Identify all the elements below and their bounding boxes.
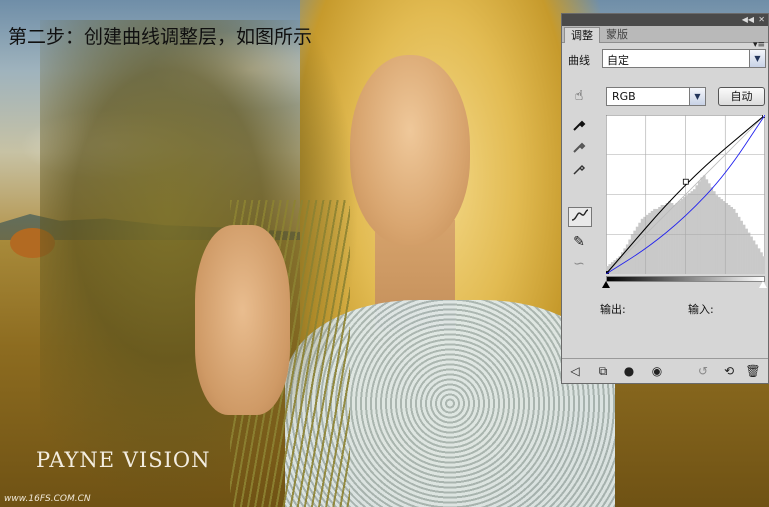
- histogram-bar: [675, 203, 679, 274]
- white-point-slider[interactable]: [759, 281, 767, 288]
- layer-mask-icon[interactable]: ●: [620, 363, 638, 379]
- hand: [195, 225, 290, 415]
- histogram-bar: [680, 199, 684, 274]
- histogram-bar: [740, 220, 743, 274]
- eye-icon[interactable]: ◉: [648, 363, 666, 379]
- histogram-bar: [725, 203, 729, 274]
- histogram-bar: [720, 199, 724, 274]
- adjustments-panel: ◀◀ ✕ 调整 蒙版 ▾≡ 曲线 自定 ▼ ☝ RGB ▼ 自动 ✎ ∽ 输出:…: [561, 13, 769, 384]
- curves-label: 曲线: [568, 54, 590, 67]
- black-point-slider[interactable]: [602, 281, 610, 288]
- black-point-eyedropper-icon[interactable]: [569, 118, 589, 138]
- histogram-bar: [730, 206, 733, 274]
- histogram-bar: [712, 191, 716, 274]
- white-point-eyedropper-icon[interactable]: [569, 162, 589, 182]
- histogram-bar: [670, 203, 674, 274]
- curve-control-point[interactable]: [682, 178, 689, 185]
- histogram-bar: [710, 187, 714, 274]
- histogram-bar: [755, 244, 758, 274]
- panel-titlebar[interactable]: ◀◀ ✕: [562, 14, 768, 26]
- chevron-down-icon[interactable]: ▼: [749, 50, 765, 67]
- histogram-bar: [757, 248, 761, 274]
- output-label: 输出:: [600, 303, 626, 316]
- histogram-bar: [707, 183, 711, 274]
- histogram-bar: [678, 201, 681, 274]
- histogram-bar: [735, 212, 738, 274]
- auto-button[interactable]: 自动: [718, 87, 765, 106]
- curves-graph[interactable]: [606, 115, 765, 274]
- histogram-bar: [715, 195, 719, 274]
- histogram-bar: [635, 226, 639, 274]
- histogram-bar: [630, 234, 634, 274]
- pencil-draw-icon[interactable]: ✎: [569, 232, 589, 252]
- histogram-bar: [745, 228, 748, 274]
- histogram-bar: [673, 204, 676, 274]
- on-image-adjust-icon[interactable]: ☝: [569, 86, 589, 106]
- site-watermark: www.16FS.COM.CN: [4, 494, 91, 504]
- chevron-down-icon[interactable]: ▼: [689, 88, 705, 105]
- curves-preset-row: 曲线 自定 ▼: [562, 46, 768, 70]
- preset-dropdown[interactable]: 自定 ▼: [602, 49, 766, 68]
- gray-point-eyedropper-icon[interactable]: [569, 140, 589, 160]
- histogram-bar: [645, 214, 649, 274]
- face: [350, 55, 470, 245]
- panel-footer: ◁ ⧉ ● ◉ ↺ ⟲ 🗑: [562, 358, 768, 383]
- brand-watermark: PAYNE VISION: [36, 448, 211, 472]
- histogram-bar: [702, 175, 706, 274]
- reset-icon[interactable]: ⟲: [720, 363, 738, 379]
- close-icon[interactable]: ✕: [758, 15, 765, 25]
- step-caption: 第二步：创建曲线调整层，如图所示: [8, 26, 313, 48]
- histogram-bar: [695, 185, 699, 274]
- tab-adjustments[interactable]: 调整: [564, 27, 600, 43]
- histogram-bar: [658, 206, 661, 274]
- back-arrow-icon[interactable]: ◁: [566, 363, 584, 379]
- histogram-bar: [760, 252, 763, 274]
- preset-value: 自定: [607, 54, 629, 67]
- histogram-bar: [633, 230, 637, 274]
- trash-icon[interactable]: 🗑: [744, 363, 762, 379]
- histogram-bar: [638, 222, 642, 274]
- tab-masks[interactable]: 蒙版: [600, 27, 634, 43]
- channel-dropdown[interactable]: RGB ▼: [606, 87, 706, 106]
- histogram-bar: [660, 204, 664, 274]
- clip-to-layer-icon[interactable]: ⧉: [594, 363, 612, 379]
- histogram-bar: [692, 189, 696, 274]
- histogram-bar: [685, 195, 689, 274]
- double-chevron-icon[interactable]: ◀◀: [742, 15, 754, 25]
- smooth-curve-icon[interactable]: ∽: [569, 254, 589, 274]
- histogram-bar: [747, 232, 751, 274]
- view-previous-icon[interactable]: ↺: [694, 363, 712, 379]
- histogram-bar: [655, 208, 659, 274]
- histogram-bar: [717, 197, 721, 274]
- histogram-bar: [700, 177, 704, 274]
- channel-value: RGB: [612, 90, 636, 103]
- input-gradient-bar: [606, 276, 765, 282]
- histogram-bar: [750, 236, 753, 274]
- histogram-bar: [737, 216, 741, 274]
- curve-points-icon[interactable]: [568, 207, 592, 227]
- panel-tabs: 调整 蒙版 ▾≡: [562, 26, 768, 50]
- histogram-bar: [690, 191, 694, 274]
- histogram-bar: [687, 193, 691, 274]
- histogram-bar: [732, 208, 736, 274]
- histogram-bar: [697, 181, 701, 274]
- histogram-bar: [727, 204, 731, 274]
- histogram-bar: [762, 256, 765, 274]
- histogram-bar: [742, 224, 746, 274]
- histogram-bar: [752, 240, 756, 274]
- histogram-bar: [640, 218, 644, 274]
- input-label: 输入:: [688, 303, 714, 316]
